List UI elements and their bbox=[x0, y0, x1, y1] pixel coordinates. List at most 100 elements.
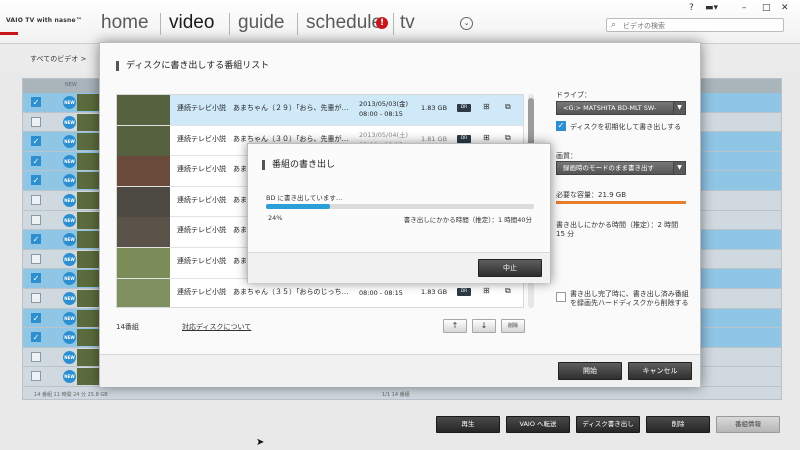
program-time: 08:00 - 08:15 bbox=[359, 110, 403, 118]
nav-divider bbox=[160, 13, 161, 35]
move-down-button[interactable]: ↓ bbox=[472, 319, 496, 333]
delete-button[interactable]: 削除 bbox=[646, 416, 710, 433]
new-badge: NEW bbox=[63, 370, 76, 384]
format-disc-checkbox[interactable]: ✓ bbox=[556, 121, 566, 131]
new-badge: NEW bbox=[63, 96, 76, 109]
progress-message: BD に書き出しています… bbox=[266, 194, 343, 202]
nav-tv[interactable]: tv bbox=[400, 12, 415, 34]
nav-home[interactable]: home bbox=[101, 12, 149, 34]
quality-badge: DR bbox=[457, 104, 471, 112]
row-checkbox[interactable] bbox=[31, 194, 41, 205]
row-checkbox[interactable]: ✓ bbox=[31, 175, 41, 186]
help-icon[interactable]: ? bbox=[689, 3, 694, 13]
thumbnail bbox=[77, 231, 101, 249]
minimize-icon[interactable]: – bbox=[742, 3, 747, 13]
maximize-icon[interactable]: □ bbox=[762, 3, 771, 13]
quality-badge: DR bbox=[457, 287, 471, 296]
nav-schedule[interactable]: schedule bbox=[306, 12, 382, 34]
list-item[interactable]: 連続テレビ小説 あまちゃん（３５）「おらのじっち… 08:00 - 08:15 … bbox=[117, 278, 523, 307]
program-datetime: 08:00 - 08:15 bbox=[359, 288, 419, 298]
nav-divider bbox=[297, 13, 298, 35]
chevron-down-icon: ▼ bbox=[673, 102, 685, 114]
thumbnail bbox=[117, 156, 170, 187]
disc-write-button[interactable]: ディスク書き出し bbox=[576, 416, 640, 433]
thumbnail bbox=[117, 278, 170, 307]
cancel-button[interactable]: キャンセル bbox=[628, 362, 692, 380]
thumbnail bbox=[77, 133, 101, 151]
copy-icon: ⧉ bbox=[505, 285, 511, 295]
move-up-button[interactable]: ↑ bbox=[443, 319, 467, 333]
row-checkbox[interactable] bbox=[31, 371, 41, 382]
stop-button[interactable]: 中止 bbox=[478, 259, 542, 277]
program-info-button[interactable]: 番組情報 bbox=[716, 416, 780, 433]
new-badge: NEW bbox=[63, 115, 76, 129]
row-checkbox[interactable] bbox=[31, 214, 41, 225]
program-size: 1.83 GB bbox=[421, 287, 448, 296]
search-input[interactable] bbox=[623, 20, 779, 31]
program-count: 14番組 bbox=[116, 323, 139, 331]
progress-percent: 24% bbox=[268, 214, 283, 222]
write-time-estimate: 書き出しにかかる時間（推定）：2 時間 15 分 bbox=[556, 221, 679, 238]
breadcrumb[interactable]: すべてのビデオ > bbox=[30, 54, 86, 64]
row-checkbox[interactable] bbox=[31, 292, 41, 303]
delete-from-list-button[interactable]: 削除 bbox=[501, 319, 525, 333]
program-date: 2013/05/04(土) bbox=[359, 130, 409, 139]
search-box[interactable]: ⌕ bbox=[606, 18, 784, 32]
disc-icon: ⊞ bbox=[483, 132, 490, 142]
close-icon[interactable]: ✕ bbox=[781, 3, 789, 13]
row-checkbox[interactable]: ✓ bbox=[31, 155, 41, 166]
row-checkbox[interactable]: ✓ bbox=[31, 312, 41, 323]
new-badge: NEW bbox=[63, 311, 76, 325]
row-checkbox[interactable] bbox=[31, 253, 41, 264]
row-checkbox[interactable]: ✓ bbox=[31, 332, 41, 343]
program-date: 2013/05/03(金) bbox=[359, 100, 409, 108]
list-summary: 14 番組 11 時間 24 分 25.8 GB bbox=[34, 392, 108, 398]
drive-label: ドライブ： bbox=[556, 91, 591, 99]
program-datetime: 2013/05/03(金) 08:00 - 08:15 bbox=[359, 99, 419, 119]
delete-after-checkbox[interactable] bbox=[556, 292, 566, 302]
drive-value: <G:> MATSHITA BD-MLT SW- bbox=[563, 104, 657, 112]
delete-after-label: 書き出し完了時に、書き出し済み番組を録画先ハードディスクから削除する bbox=[570, 290, 689, 307]
thumbnail bbox=[77, 329, 101, 347]
column-new: NEW bbox=[65, 82, 77, 88]
thumbnail bbox=[77, 348, 101, 366]
new-badge: NEW bbox=[63, 193, 76, 207]
nav-guide[interactable]: guide bbox=[238, 12, 285, 34]
row-checkbox[interactable]: ✓ bbox=[31, 234, 41, 245]
vaio-transfer-button[interactable]: VAIO へ転送 bbox=[506, 416, 570, 433]
row-checkbox[interactable] bbox=[31, 116, 41, 127]
quality-select[interactable]: 録画時のモードのまま書き出す ▼ bbox=[556, 161, 686, 175]
supported-discs-link[interactable]: 対応ディスクについて bbox=[182, 322, 251, 332]
new-badge: NEW bbox=[63, 291, 76, 305]
program-title: 連続テレビ小説 あまちゃん（３５）「おらのじっち… bbox=[177, 287, 349, 296]
nav-divider bbox=[229, 13, 230, 35]
play-button[interactable]: 再生 bbox=[436, 416, 500, 433]
progress-footer: 中止 bbox=[248, 252, 550, 283]
thumbnail bbox=[77, 191, 101, 209]
list-item[interactable]: 連続テレビ小説 あまちゃん（２９）「おら、先輩が… 2013/05/03(金) … bbox=[117, 95, 523, 126]
new-badge: NEW bbox=[63, 174, 76, 188]
progress-bar bbox=[266, 204, 534, 209]
progress-title: 番組の書き出し bbox=[262, 160, 335, 170]
start-button[interactable]: 開始 bbox=[558, 362, 622, 380]
new-badge: NEW bbox=[63, 135, 76, 149]
chevron-down-icon[interactable]: ⌄ bbox=[460, 17, 473, 30]
chevron-down-icon: ▼ bbox=[673, 162, 685, 174]
thumbnail bbox=[77, 309, 101, 327]
thumbnail bbox=[77, 172, 101, 190]
progress-time-estimate: 書き出しにかかる時間（推定）：1 時間40分 bbox=[403, 216, 532, 224]
row-checkbox[interactable]: ✓ bbox=[31, 136, 41, 147]
row-checkbox[interactable]: ✓ bbox=[31, 97, 41, 107]
new-badge: NEW bbox=[63, 272, 76, 286]
disc-icon: ⊞ bbox=[483, 102, 490, 111]
drive-select[interactable]: <G:> MATSHITA BD-MLT SW- ▼ bbox=[556, 101, 686, 115]
thumbnail bbox=[77, 94, 101, 111]
toolbox-icon[interactable]: ▬▾ bbox=[705, 3, 718, 13]
nav-video[interactable]: video bbox=[169, 12, 214, 34]
row-checkbox[interactable]: ✓ bbox=[31, 273, 41, 284]
thumbnail bbox=[117, 186, 170, 217]
row-checkbox[interactable] bbox=[31, 351, 41, 362]
disc-icon: ⊞ bbox=[483, 285, 490, 295]
copy-icon: ⧉ bbox=[505, 132, 511, 142]
new-badge: NEW bbox=[63, 252, 76, 266]
